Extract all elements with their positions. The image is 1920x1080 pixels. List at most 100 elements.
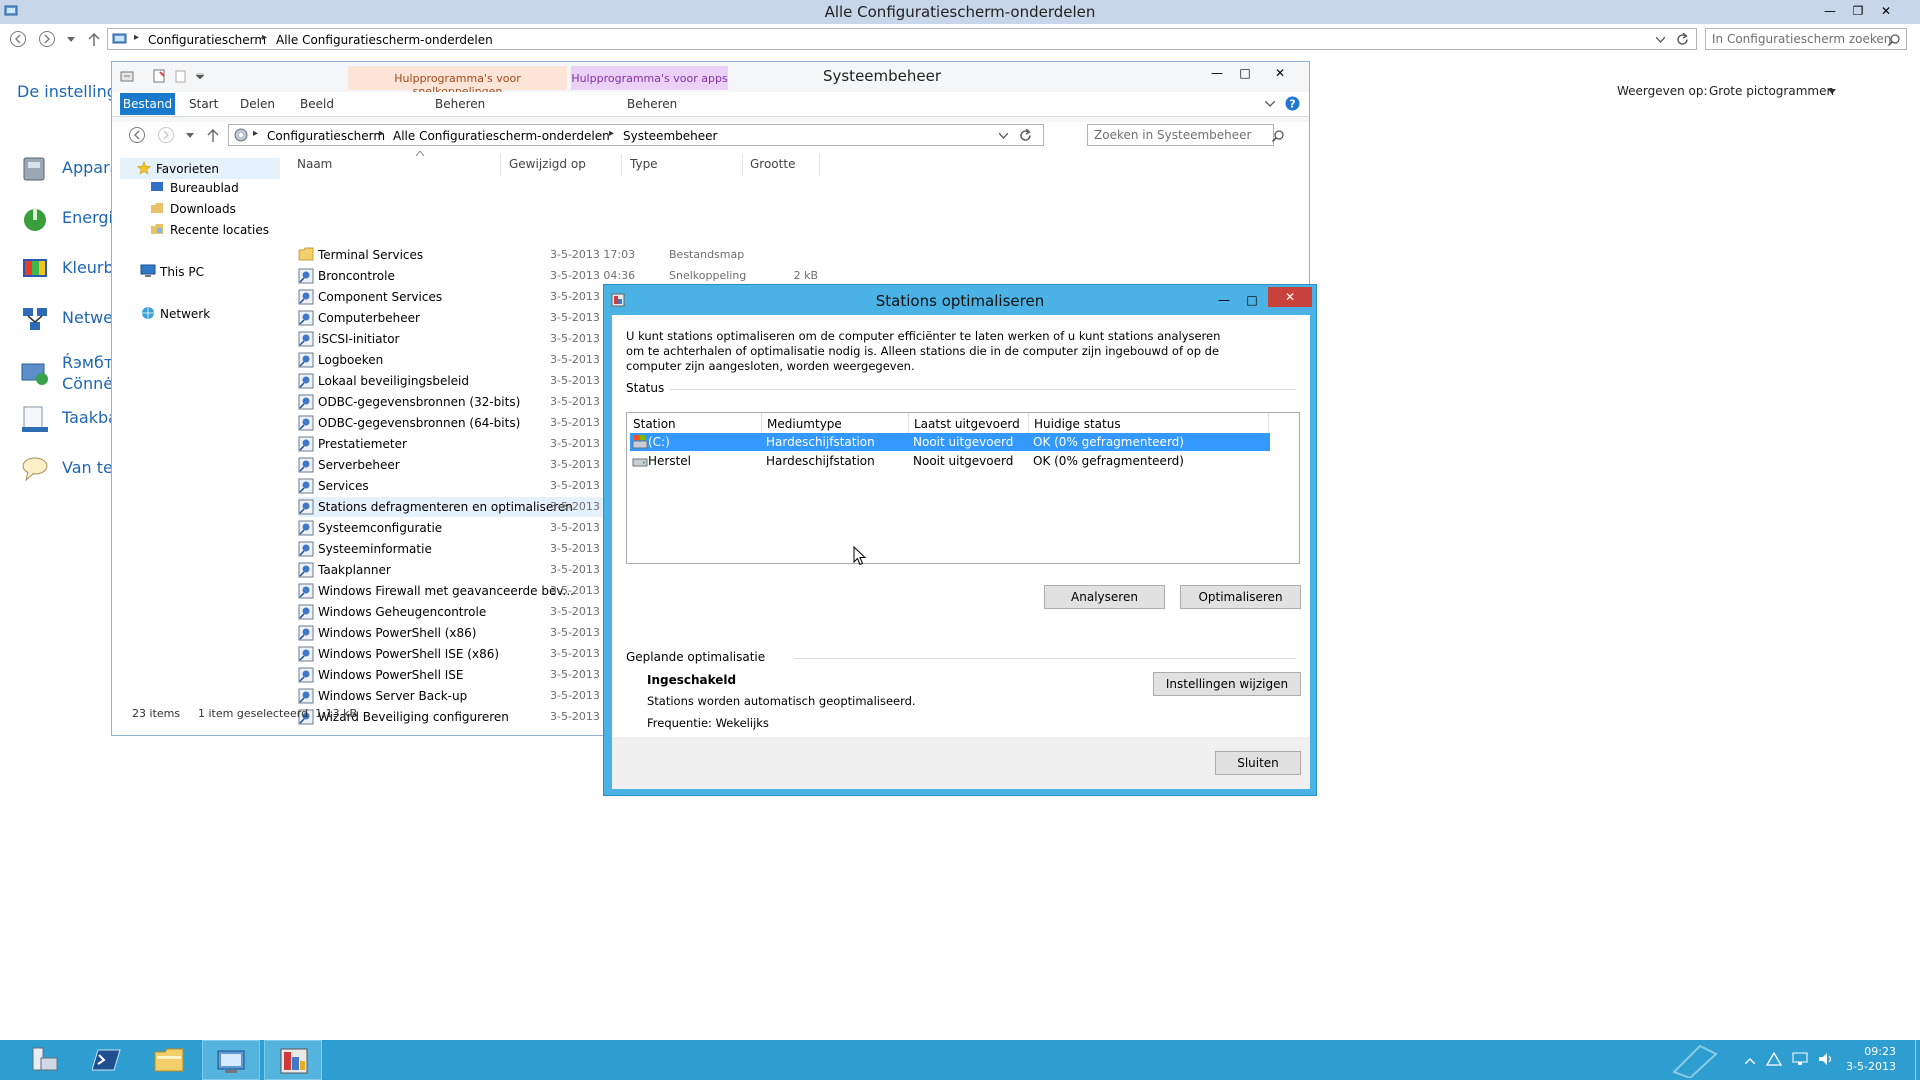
search-input[interactable]: In Configuratiescherm zoeken [1705, 28, 1907, 50]
up-icon[interactable] [207, 129, 219, 143]
taskbar-control-panel[interactable] [202, 1040, 260, 1080]
address-bar[interactable]: ▸ Configuratiescherm ▸ Alle Configuratie… [107, 28, 1697, 50]
up-icon[interactable] [88, 33, 100, 47]
close-button[interactable]: ✕ [1268, 64, 1292, 82]
recent-dropdown-icon[interactable] [186, 133, 194, 138]
properties-icon[interactable] [152, 69, 166, 83]
search-input[interactable]: Zoeken in Systeembeheer [1087, 124, 1274, 146]
nav-thispc[interactable]: This PC [160, 265, 204, 279]
tab-start[interactable]: Start [189, 97, 218, 111]
customize-dropdown-icon[interactable] [196, 73, 204, 79]
hard-drive-icon [632, 454, 648, 468]
close-button[interactable]: ✕ [1874, 2, 1898, 20]
show-desktop-button[interactable] [1912, 1040, 1920, 1080]
chevron-down-icon[interactable] [1828, 89, 1836, 94]
clock[interactable]: 09:23 3-5-2013 [1846, 1044, 1896, 1074]
nav-desktop[interactable]: Bureaublad [170, 181, 239, 195]
scheduled-state: Ingeschakeld [647, 673, 737, 687]
breadcrumb-all-items[interactable]: Alle Configuratiescherm-onderdelen [276, 33, 493, 47]
file-date: 3-5-2013 [550, 626, 600, 639]
shortcut-icon [298, 331, 314, 347]
drive-row[interactable]: Herstel Hardeschijfstation Nooit uitgevo… [630, 452, 1270, 470]
chevron-down-icon[interactable] [1656, 37, 1665, 43]
column-station[interactable]: Station [633, 417, 676, 431]
context-tab-app-tools[interactable]: Hulpprogramma's voor apps [571, 66, 728, 90]
optimize-button[interactable]: Optimaliseren [1180, 585, 1301, 609]
column-last-run[interactable]: Laatst uitgevoerd [914, 417, 1020, 431]
volume-icon[interactable] [1818, 1052, 1834, 1066]
quick-access-icon[interactable] [120, 69, 134, 83]
refresh-icon[interactable] [1019, 129, 1032, 142]
back-icon[interactable] [128, 126, 146, 144]
file-name: Windows PowerShell ISE [318, 668, 464, 682]
breadcrumb-all-items[interactable]: Alle Configuratiescherm-onderdelen [393, 129, 610, 143]
recent-dropdown-icon[interactable] [67, 37, 75, 42]
column-size[interactable]: Grootte [750, 157, 795, 171]
shortcut-icon [298, 373, 314, 389]
breadcrumb-configuratiescherm[interactable]: Configuratiescherm [267, 129, 385, 143]
new-folder-icon[interactable] [174, 69, 188, 83]
minimize-button[interactable]: — [1205, 64, 1229, 82]
expand-ribbon-icon[interactable] [1265, 101, 1275, 107]
network-tray-icon[interactable] [1792, 1052, 1808, 1066]
selection-info: 1 item geselecteerd 1,13 kB [198, 707, 358, 720]
nav-downloads[interactable]: Downloads [170, 202, 236, 216]
breadcrumb-systeembeheer[interactable]: Systeembeheer [623, 129, 717, 143]
taskbar-file-explorer[interactable] [140, 1040, 198, 1080]
analyze-button[interactable]: Analyseren [1044, 585, 1165, 609]
breadcrumb-configuratiescherm[interactable]: Configuratiescherm [148, 33, 266, 47]
column-name[interactable]: Naam [297, 157, 332, 171]
taskbar-server-manager[interactable] [16, 1040, 74, 1080]
address-bar[interactable]: ▸ Configuratiescherm ▸ Alle Configuratie… [228, 124, 1044, 146]
view-by-dropdown[interactable]: Grote pictogrammen [1709, 84, 1834, 98]
tab-bestand[interactable]: Bestand [120, 93, 175, 115]
search-icon[interactable] [1272, 130, 1284, 142]
refresh-icon[interactable] [1676, 33, 1689, 46]
forward-icon[interactable] [38, 30, 56, 48]
file-date: 3-5-2013 [550, 584, 600, 597]
navigation-pane: Favorieten Bureaublad Downloads Recente … [120, 158, 285, 658]
shortcut-icon [298, 457, 314, 473]
maximize-button[interactable]: □ [1233, 64, 1257, 82]
change-settings-button[interactable]: Instellingen wijzigen [1153, 672, 1301, 696]
tab-beeld[interactable]: Beeld [300, 97, 334, 111]
shortcut-icon [298, 436, 314, 452]
show-hidden-icons-icon[interactable] [1745, 1058, 1755, 1064]
action-center-icon[interactable] [1766, 1052, 1782, 1066]
back-icon[interactable] [9, 30, 27, 48]
file-row[interactable]: Broncontrole 3-5-2013 04:36 Snelkoppeling 2… [298, 266, 818, 286]
tab-delen[interactable]: Delen [240, 97, 275, 111]
restore-button[interactable]: ❐ [1846, 2, 1870, 20]
file-date: 3-5-2013 [550, 668, 600, 681]
close-button[interactable]: ✕ [1268, 287, 1312, 307]
file-date: 3-5-2013 [550, 500, 600, 513]
chevron-down-icon[interactable] [999, 133, 1008, 139]
file-name: ODBC-gegevensbronnen (32-bits) [318, 395, 521, 409]
taskbar-optimize-drives[interactable] [264, 1040, 322, 1080]
tab-beheren-app[interactable]: Beheren [627, 97, 677, 111]
help-icon[interactable]: ? [1285, 96, 1300, 111]
column-type[interactable]: Type [630, 157, 658, 171]
folder-icon [154, 1047, 184, 1073]
taskbar-powershell[interactable] [78, 1040, 136, 1080]
file-name: Systeeminformatie [318, 542, 432, 556]
close-dialog-button[interactable]: Sluiten [1215, 751, 1301, 775]
minimize-button[interactable]: — [1212, 291, 1236, 309]
column-media-type[interactable]: Mediumtype [767, 417, 842, 431]
tab-beheren-shortcut[interactable]: Beheren [435, 97, 485, 111]
column-current-status[interactable]: Huidige status [1034, 417, 1121, 431]
nav-network[interactable]: Netwerk [160, 307, 210, 321]
drive-row[interactable]: (C:) Hardeschijfstation Nooit uitgevoerd… [630, 433, 1270, 451]
minimize-button[interactable]: — [1818, 2, 1842, 20]
powershell-icon [92, 1048, 122, 1072]
nav-recent[interactable]: Recente locaties [170, 223, 269, 237]
scheduled-section-label: Geplande optimalisatie [626, 650, 766, 664]
forward-icon[interactable] [157, 126, 175, 144]
column-modified[interactable]: Gewijzigd op [509, 157, 586, 171]
view-by-label: Weergeven op: [1617, 84, 1708, 98]
context-tab-shortcut-tools[interactable]: Hulpprogramma's voor snelkoppelingen [348, 66, 567, 98]
file-date: 3-5-2013 [550, 416, 600, 429]
search-icon[interactable] [1888, 34, 1900, 46]
file-row[interactable]: Terminal Services 3-5-2013 17:03 Bestandsm… [298, 245, 744, 265]
maximize-button[interactable]: □ [1240, 291, 1264, 309]
